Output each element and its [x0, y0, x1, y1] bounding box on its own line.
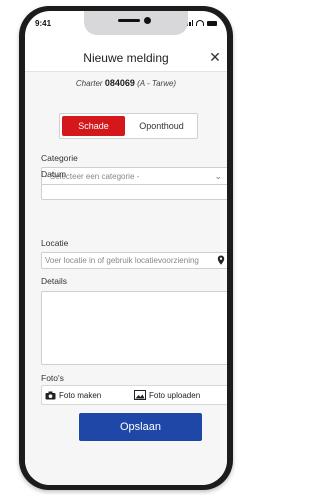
details-textarea[interactable] — [41, 291, 227, 365]
camera-icon — [45, 391, 56, 399]
fotos-label: Foto's — [41, 373, 64, 383]
locatie-placeholder: Voer locatie in of gebruik locatievoorzi… — [45, 256, 199, 265]
charter-label: Charter — [75, 79, 103, 88]
details-label: Details — [41, 276, 67, 286]
phone-frame: 9:41 Nieuwe melding ✕ Charter 084069 (A … — [19, 6, 233, 490]
save-button[interactable]: Opslaan — [79, 413, 202, 441]
battery-icon — [207, 21, 217, 26]
upload-photo-button[interactable]: Foto uploaden — [134, 386, 200, 404]
charter-number: 084069 — [104, 78, 135, 88]
chevron-down-icon: ⌄ — [214, 171, 222, 181]
modal-header: Nieuwe melding ✕ — [25, 45, 227, 72]
page-title: Nieuwe melding — [83, 51, 169, 65]
schade-tab[interactable]: Schade — [62, 116, 125, 136]
wifi-icon — [196, 20, 204, 26]
image-icon — [134, 390, 146, 400]
location-pin-icon — [217, 255, 225, 265]
take-photo-label: Foto maken — [59, 390, 102, 400]
datum-field[interactable] — [41, 184, 227, 200]
oponthoud-tab[interactable]: Oponthoud — [128, 116, 195, 136]
speaker-slot — [118, 19, 140, 22]
locatie-label: Locatie — [41, 238, 69, 248]
upload-photo-label: Foto uploaden — [149, 390, 201, 400]
take-photo-button[interactable]: Foto maken — [45, 386, 101, 404]
location-button[interactable] — [213, 252, 227, 269]
close-icon[interactable]: ✕ — [205, 47, 225, 67]
datum-label: Datum — [41, 169, 67, 179]
photo-actions: Foto maken Foto uploaden — [41, 385, 227, 405]
charter-sub: (A - Tarwe) — [137, 79, 177, 88]
screen: 9:41 Nieuwe melding ✕ Charter 084069 (A … — [25, 11, 227, 485]
locatie-input[interactable]: Voer locatie in of gebruik locatievoorzi… — [41, 252, 227, 269]
camera-dot — [144, 17, 151, 24]
status-icons — [184, 20, 217, 26]
status-time: 9:41 — [35, 19, 52, 28]
charter-info: Charter 084069 (A - Tarwe) — [25, 78, 227, 88]
notch — [84, 11, 188, 35]
categorie-label: Categorie — [41, 153, 78, 163]
type-toggle: Schade Oponthoud — [59, 113, 198, 139]
